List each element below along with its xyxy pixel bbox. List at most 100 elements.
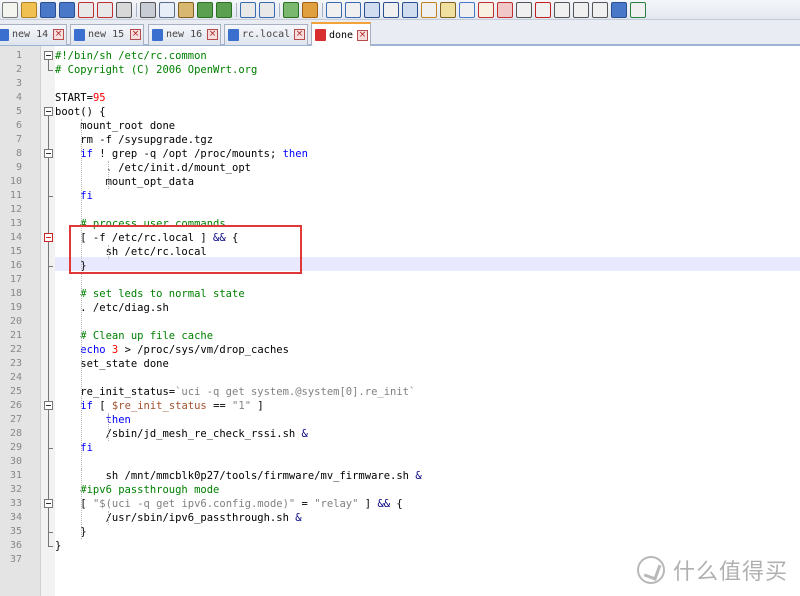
tab-rc-local[interactable]: rc.local ×	[224, 24, 308, 45]
code-token-plain: . /etc/init.d/mount_opt	[55, 162, 251, 174]
tab-label: rc.local	[242, 29, 291, 40]
copy-icon[interactable]	[159, 2, 175, 18]
close-file-icon[interactable]	[78, 2, 94, 18]
save-macro-icon[interactable]	[611, 2, 627, 18]
line-number: 30	[9, 456, 22, 467]
show-all-characters-icon[interactable]	[383, 2, 399, 18]
line-number: 15	[9, 246, 22, 257]
code-line[interactable]: [ "$(uci -q get ipv6.config.mode)" = "re…	[55, 497, 402, 511]
code-line[interactable]: mount_root done	[55, 119, 175, 133]
document-map-icon[interactable]	[440, 2, 456, 18]
folder-workspace-icon[interactable]	[478, 2, 494, 18]
undo-icon[interactable]	[197, 2, 213, 18]
open-file-icon[interactable]	[21, 2, 37, 18]
run-macro-multiple-icon[interactable]	[592, 2, 608, 18]
code-line[interactable]: }	[55, 539, 61, 553]
code-line[interactable]: fi	[55, 189, 93, 203]
code-line[interactable]: # set leds to normal state	[55, 287, 244, 301]
code-line[interactable]: set_state done	[55, 357, 169, 371]
tab-new-16[interactable]: new 16 ×	[148, 24, 221, 45]
close-tab-icon[interactable]: ×	[294, 29, 305, 40]
code-line[interactable]: }	[55, 525, 87, 539]
tab-label: new 14	[12, 29, 49, 40]
replace-icon[interactable]	[259, 2, 275, 18]
line-number: 23	[9, 358, 22, 369]
fold-toggle-icon[interactable]	[44, 233, 53, 242]
code-line[interactable]: fi	[55, 441, 93, 455]
close-tab-icon[interactable]: ×	[207, 29, 218, 40]
tab-done[interactable]: done ×	[311, 22, 371, 46]
spell-check-icon[interactable]	[630, 2, 646, 18]
code-line[interactable]: # Copyright (C) 2006 OpenWrt.org	[55, 63, 257, 77]
play-macro-icon[interactable]	[573, 2, 589, 18]
watermark-text: 什么值得买	[672, 560, 788, 585]
code-token-operator: &&	[377, 498, 391, 510]
monitoring-icon[interactable]	[497, 2, 513, 18]
code-token-string: "1"	[232, 400, 252, 412]
code-line[interactable]: . /etc/diag.sh	[55, 301, 169, 315]
code-token-plain: [	[92, 400, 112, 412]
stop-recording-icon[interactable]	[554, 2, 570, 18]
fold-end-marker	[48, 546, 53, 547]
sync-vertical-icon[interactable]	[326, 2, 342, 18]
code-editor[interactable]: #!/bin/sh /etc/rc.common # Copyright (C) …	[55, 46, 800, 596]
zoom-out-icon[interactable]	[302, 2, 318, 18]
fold-toggle-icon[interactable]	[44, 149, 53, 158]
code-token-operator: &	[295, 512, 302, 524]
code-line[interactable]: mount_opt_data	[55, 175, 195, 189]
close-tab-icon[interactable]: ×	[53, 29, 64, 40]
cut-icon[interactable]	[140, 2, 156, 18]
line-number: 8	[15, 148, 22, 159]
redo-icon[interactable]	[216, 2, 232, 18]
fold-range-line	[48, 154, 49, 196]
tab-new-15[interactable]: new 15 ×	[70, 24, 144, 45]
close-tab-icon[interactable]: ×	[357, 30, 368, 41]
code-token-plain: }	[55, 526, 87, 538]
code-line[interactable]: sh /mnt/mmcblk0p27/tools/firmware/mv_fir…	[55, 469, 422, 483]
code-token-string: "relay"	[314, 498, 359, 510]
toolbar	[0, 0, 800, 20]
code-line[interactable]: re_init_status=`uci -q get system.@syste…	[55, 385, 415, 399]
code-token-plain: }	[55, 540, 62, 552]
find-icon[interactable]	[240, 2, 256, 18]
fold-toggle-icon[interactable]	[44, 401, 53, 410]
record-macro-icon[interactable]	[535, 2, 551, 18]
code-line[interactable]: START=95	[55, 91, 106, 105]
sync-horizontal-icon[interactable]	[345, 2, 361, 18]
code-line[interactable]: #!/bin/sh /etc/rc.common	[55, 49, 207, 63]
tab-new-14[interactable]: new 14 ×	[0, 24, 67, 45]
indent-guide-icon[interactable]	[402, 2, 418, 18]
code-line[interactable]: # Clean up file cache	[55, 329, 213, 343]
code-line[interactable]: boot() {	[55, 105, 106, 119]
code-token-plain: re_init_status=	[55, 386, 176, 398]
code-line[interactable]: if [ $re_init_status == "1" ]	[55, 399, 263, 413]
code-line[interactable]: rm -f /sysupgrade.tgz	[55, 133, 213, 147]
code-token-string: `uci -q get system.@system[0].re_init`	[175, 386, 416, 398]
code-line[interactable]: . /etc/init.d/mount_opt	[55, 161, 251, 175]
new-file-icon[interactable]	[2, 2, 18, 18]
word-wrap-icon[interactable]	[364, 2, 380, 18]
code-line[interactable]: if ! grep -q /opt /proc/mounts; then	[55, 147, 308, 161]
code-line[interactable]: /usr/sbin/ipv6_passthrough.sh &	[55, 511, 302, 525]
save-all-icon[interactable]	[59, 2, 75, 18]
code-line[interactable]: /sbin/jd_mesh_re_check_rssi.sh &	[55, 427, 308, 441]
indent-guide	[108, 511, 110, 525]
view-icon[interactable]	[516, 2, 532, 18]
line-number: 6	[15, 120, 22, 131]
paste-icon[interactable]	[178, 2, 194, 18]
close-tab-icon[interactable]: ×	[130, 29, 141, 40]
print-icon[interactable]	[116, 2, 132, 18]
code-token-number: 95	[92, 92, 106, 104]
fold-toggle-icon[interactable]	[44, 107, 53, 116]
code-line[interactable]: then	[55, 413, 131, 427]
save-icon[interactable]	[40, 2, 56, 18]
fold-toggle-icon[interactable]	[44, 499, 53, 508]
close-all-icon[interactable]	[97, 2, 113, 18]
code-token-keyword: fi	[80, 442, 93, 454]
user-language-icon[interactable]	[421, 2, 437, 18]
zoom-in-icon[interactable]	[283, 2, 299, 18]
fold-toggle-icon[interactable]	[44, 51, 53, 60]
function-list-icon[interactable]	[459, 2, 475, 18]
code-line[interactable]: echo 3 > /proc/sys/vm/drop_caches	[55, 343, 289, 357]
